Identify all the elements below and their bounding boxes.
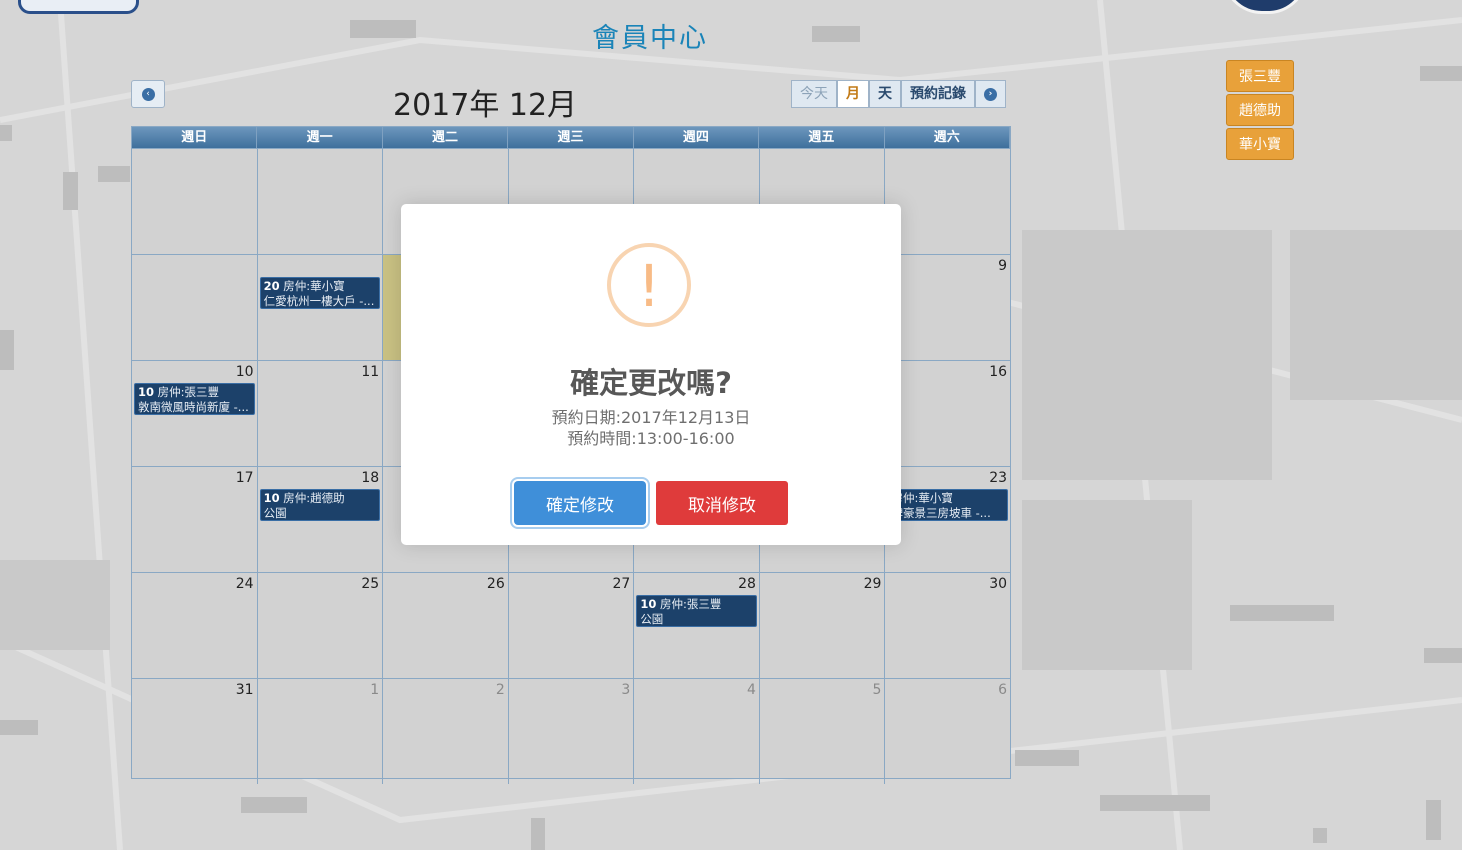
warning-icon: ! xyxy=(607,243,691,327)
cancel-button[interactable]: 取消修改 xyxy=(656,481,788,525)
appointment-date: 預約日期:2017年12月13日 xyxy=(551,408,751,427)
confirm-button[interactable]: 確定修改 xyxy=(514,481,646,525)
confirm-dialog: ! 確定更改嗎? 預約日期:2017年12月13日 預約時間:13:00-16:… xyxy=(401,204,901,545)
dialog-title: 確定更改嗎? xyxy=(570,366,732,400)
dialog-text: 預約日期:2017年12月13日 預約時間:13:00-16:00 xyxy=(401,407,901,449)
appointment-time: 預約時間:13:00-16:00 xyxy=(567,429,735,448)
